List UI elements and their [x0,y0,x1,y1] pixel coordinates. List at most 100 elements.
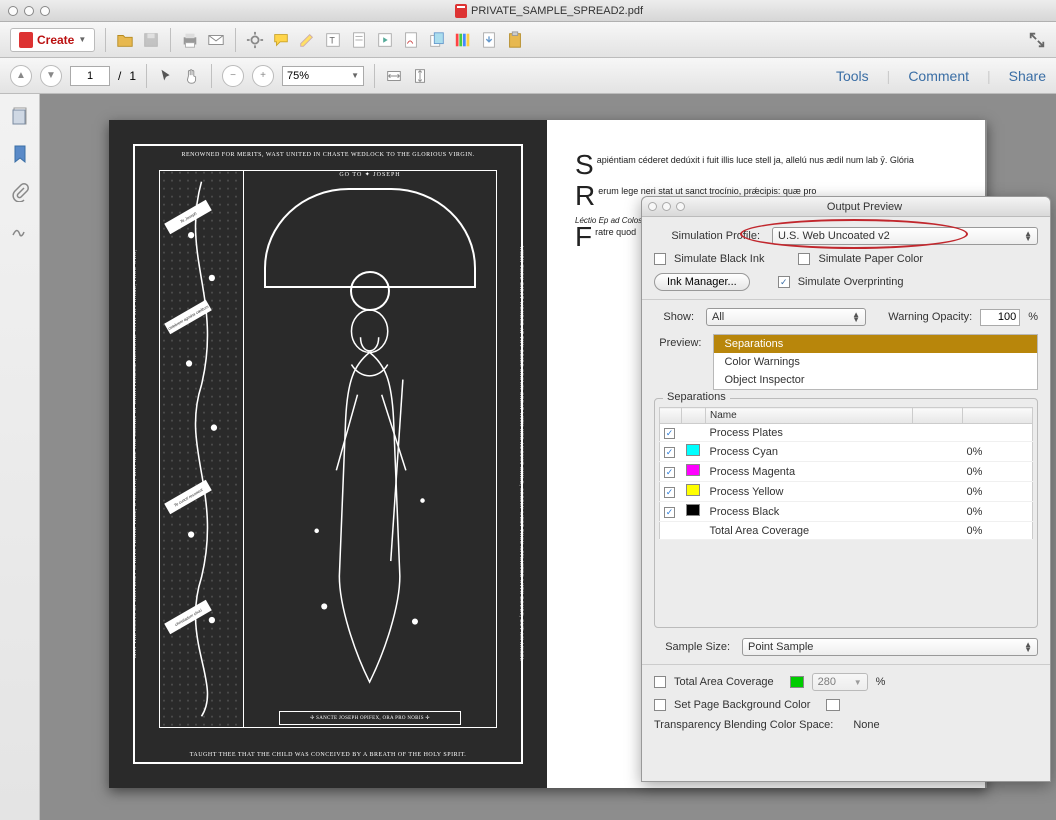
zoom-window-icon[interactable] [40,6,50,16]
updown-icon: ▲▼ [1024,231,1032,241]
simulate-black-label: Simulate Black Ink [674,253,764,265]
edit-text-icon[interactable]: T [324,31,342,49]
zoom-in-button[interactable]: + [252,65,274,87]
plate-checkbox[interactable]: ✓ [664,507,675,518]
plate-name: Process Cyan [706,442,913,462]
tac-value-select[interactable]: 280 ▼ [812,673,868,691]
sim-profile-select[interactable]: U.S. Web Uncoated v2 ▲▼ [772,227,1038,245]
page-number-input[interactable] [70,66,110,86]
panel-min-icon[interactable] [662,202,671,211]
separation-row[interactable]: ✓Process Magenta0% [660,462,1033,482]
panel-close-icon[interactable] [648,202,657,211]
chevron-down-icon: ▼ [351,71,359,80]
plate-value: 0% [963,482,1033,502]
preview-option-color-warnings[interactable]: Color Warnings [714,353,1037,371]
transparency-value: None [853,719,879,731]
separation-row[interactable]: ✓Process Black0% [660,502,1033,522]
print-icon[interactable] [181,31,199,49]
separation-row[interactable]: ✓Process Plates [660,424,1033,442]
total-area-coverage-checkbox[interactable] [654,676,666,688]
page-up-button[interactable]: ▲ [10,65,32,87]
create-button[interactable]: Create ▼ [10,28,95,52]
bookmarks-icon[interactable] [10,144,30,164]
plate-checkbox[interactable]: ✓ [664,487,675,498]
create-label: Create [37,33,74,47]
toolbar-divider [374,64,375,88]
set-bg-checkbox[interactable] [654,699,666,711]
comment-bubble-icon[interactable] [272,31,290,49]
fit-width-icon[interactable] [385,67,403,85]
minimize-window-icon[interactable] [24,6,34,16]
simulate-paper-label: Simulate Paper Color [818,253,923,265]
simulate-paper-checkbox[interactable] [798,253,810,265]
zoom-select[interactable]: 75% ▼ [282,66,364,86]
comment-link[interactable]: Comment [908,68,969,84]
percent-label: % [1028,311,1038,323]
window-titlebar: PRIVATE_SAMPLE_SPREAD2.pdf [0,0,1056,22]
border-text-left: MAY THE HOSTS OF HEAVENLY SPIRITS PRAISE… [133,176,147,732]
open-icon[interactable] [116,31,134,49]
highlight-icon[interactable] [298,31,316,49]
arch-text: GO TO ✦ JOSEPH [244,171,496,178]
thumbnails-icon[interactable] [10,106,30,126]
plate-checkbox[interactable]: ✓ [664,428,675,439]
select-tool-icon[interactable] [157,67,175,85]
attachments-icon[interactable] [10,182,30,202]
simulate-black-checkbox[interactable] [654,253,666,265]
fit-page-icon[interactable] [411,67,429,85]
hand-tool-icon[interactable] [183,67,201,85]
signatures-icon[interactable] [10,220,30,240]
fullscreen-icon[interactable] [1028,31,1046,49]
separation-row[interactable]: Total Area Coverage0% [660,522,1033,540]
preview-option-separations[interactable]: Separations [714,335,1037,353]
panel-titlebar[interactable]: Output Preview [642,197,1050,217]
color-bars-icon[interactable] [454,31,472,49]
chevron-down-icon: ▼ [78,35,86,44]
tac-label: Total Area Coverage [674,676,774,688]
ink-manager-button[interactable]: Ink Manager... [654,273,750,291]
page-down-button[interactable]: ▼ [40,65,62,87]
tools-link[interactable]: Tools [836,68,869,84]
plate-value: 0% [963,502,1033,522]
save-icon[interactable] [142,31,160,49]
updown-icon: ▲▼ [1024,642,1032,652]
multimedia-icon[interactable] [376,31,394,49]
border-text-top: RENOWNED FOR MERITS, WAST UNITED IN CHAS… [141,152,515,158]
gear-icon[interactable] [246,31,264,49]
sign-icon[interactable] [402,31,420,49]
right-panels: Tools | Comment | Share [836,68,1046,84]
left-page: RENOWNED FOR MERITS, WAST UNITED IN CHAS… [109,120,547,788]
sim-profile-label: Simulation Profile: [654,230,764,242]
separation-row[interactable]: ✓Process Cyan0% [660,442,1033,462]
separation-row[interactable]: ✓Process Yellow0% [660,482,1033,502]
clipboard-icon[interactable] [506,31,524,49]
tac-color-swatch [790,676,804,688]
preview-label: Preview: [654,334,705,349]
set-bg-label: Set Page Background Color [674,699,810,711]
separations-group: Separations Name ✓Process Plates✓Process… [654,398,1038,628]
navigation-toolbar: ▲ ▼ / 1 − + 75% ▼ Tools | Comment | Shar… [0,58,1056,94]
panel-zoom-icon[interactable] [676,202,685,211]
email-icon[interactable] [207,31,225,49]
sample-size-value: Point Sample [748,641,813,653]
warning-opacity-input[interactable] [980,309,1020,326]
plate-checkbox[interactable]: ✓ [664,447,675,458]
plate-checkbox[interactable]: ✓ [664,467,675,478]
zoom-out-button[interactable]: − [222,65,244,87]
form-icon[interactable] [350,31,368,49]
sample-size-label: Sample Size: [654,641,734,653]
bg-color-swatch[interactable] [826,699,840,711]
export-icon[interactable] [480,31,498,49]
text-block-3: ratre quod [595,227,636,237]
preview-option-object-inspector[interactable]: Object Inspector [714,371,1037,389]
close-window-icon[interactable] [8,6,18,16]
sample-size-select[interactable]: Point Sample ▲▼ [742,638,1038,656]
show-select[interactable]: All ▲▼ [706,308,866,326]
combine-icon[interactable] [428,31,446,49]
preview-list[interactable]: Separations Color Warnings Object Inspec… [713,334,1038,390]
window-controls[interactable] [8,6,50,16]
panel-title: Output Preview [685,201,1044,213]
simulate-overprint-checkbox[interactable]: ✓ [778,276,790,288]
text-block-2: erum lege neri stat ut sanct trocínio, p… [598,186,816,196]
share-link[interactable]: Share [1009,68,1046,84]
